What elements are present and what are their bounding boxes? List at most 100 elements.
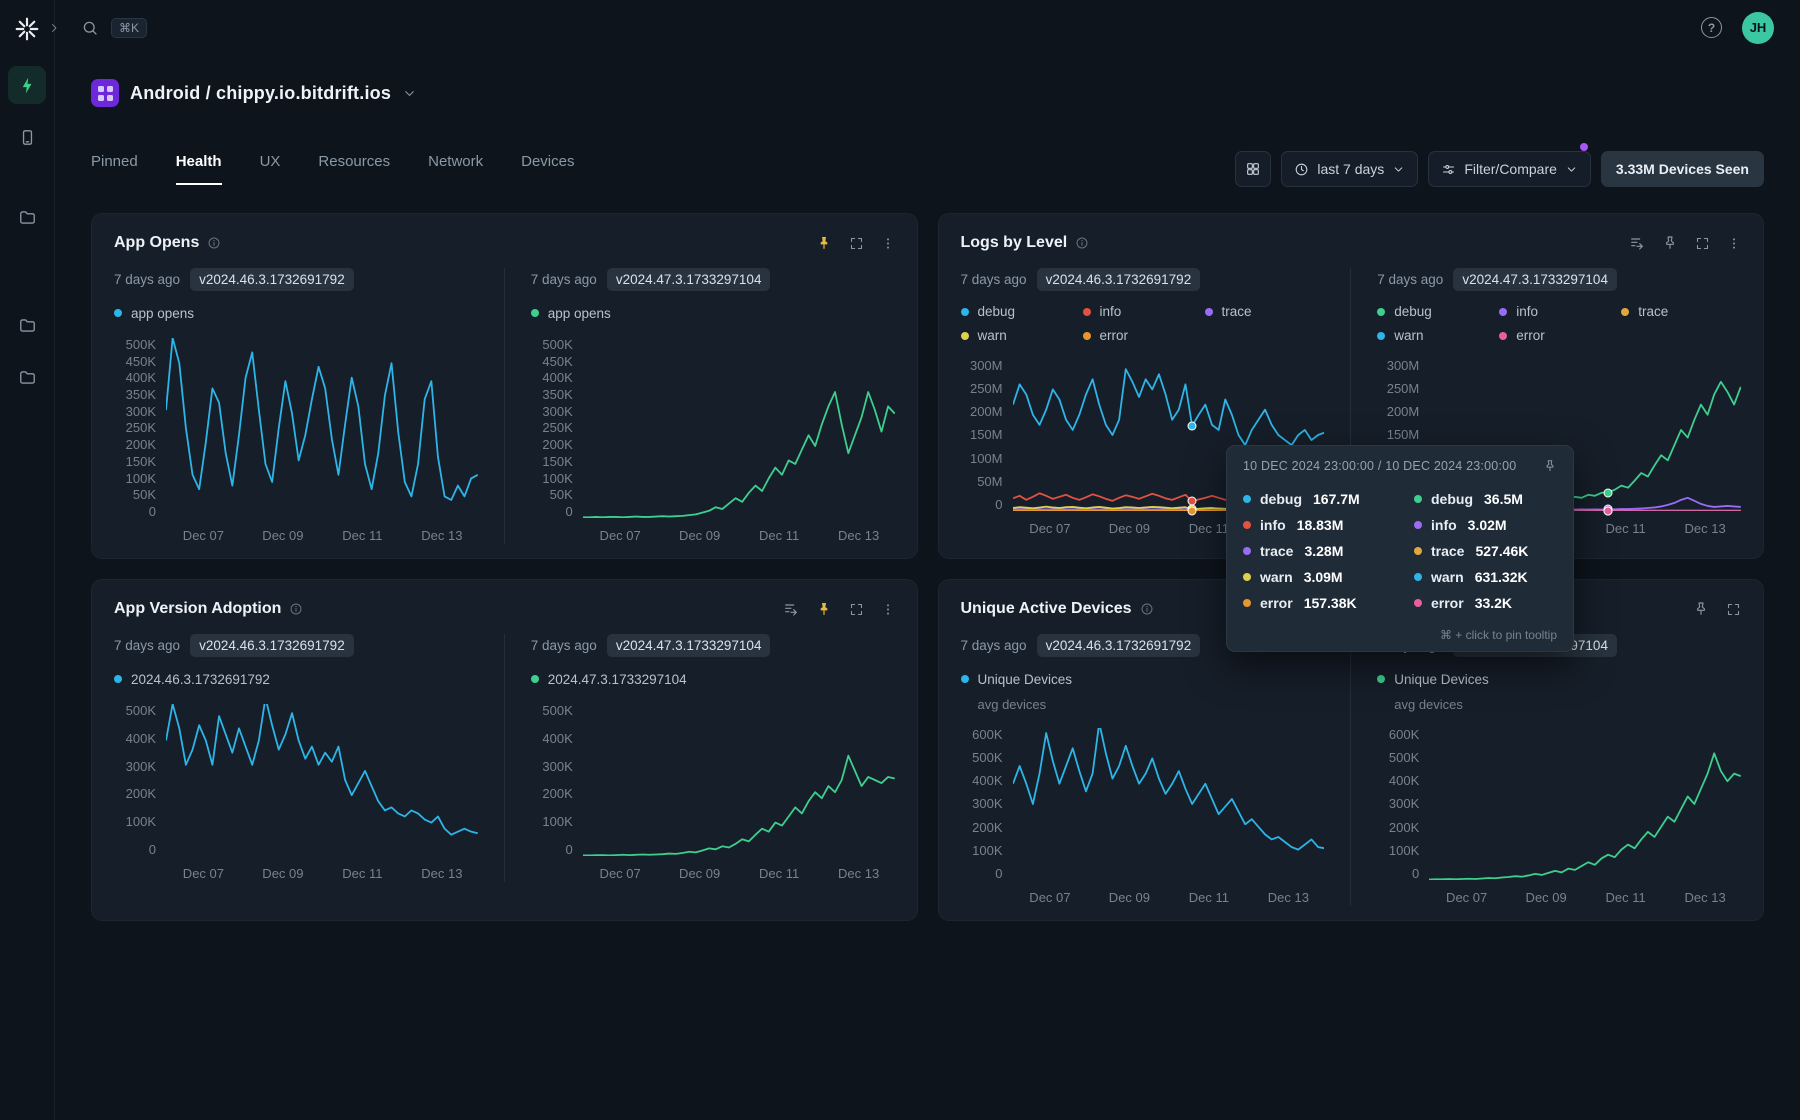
legend-item[interactable]: 2024.47.3.1733297104 bbox=[531, 672, 687, 687]
layout-grid-button[interactable] bbox=[1235, 151, 1271, 187]
time-range-button[interactable]: last 7 days bbox=[1281, 151, 1418, 187]
x-axis: Dec 07Dec 09Dec 11Dec 13 bbox=[166, 856, 478, 882]
expand-icon[interactable] bbox=[849, 236, 864, 251]
tooltip-row: debug167.7M bbox=[1243, 491, 1386, 507]
kebab-menu-icon[interactable] bbox=[881, 236, 895, 251]
app-selector[interactable]: Android / chippy.io.bitdrift.ios bbox=[91, 79, 417, 107]
y-tick-label: 100K bbox=[126, 815, 156, 828]
legend-label: 2024.47.3.1733297104 bbox=[548, 672, 687, 687]
chart-panel: 7 days ago v2024.47.3.1733297104 2024.47… bbox=[504, 634, 895, 882]
legend-label: error bbox=[1516, 328, 1545, 343]
legend-item[interactable]: info bbox=[1083, 304, 1205, 319]
lightning-icon bbox=[18, 76, 37, 95]
sidebar-item-devices[interactable] bbox=[8, 118, 46, 156]
x-tick-label: Dec 07 bbox=[600, 866, 641, 881]
tab-ux[interactable]: UX bbox=[260, 153, 281, 185]
pin-icon[interactable] bbox=[1693, 601, 1709, 617]
tab-network[interactable]: Network bbox=[428, 153, 483, 185]
tab-pinned[interactable]: Pinned bbox=[91, 153, 138, 185]
legend-item[interactable]: Unique Devices bbox=[1377, 672, 1489, 687]
y-tick-label: 400K bbox=[126, 732, 156, 745]
legend-dot bbox=[1083, 332, 1091, 340]
relative-time: 7 days ago bbox=[961, 272, 1027, 287]
compare-icon[interactable] bbox=[1629, 235, 1645, 251]
line-chart[interactable] bbox=[583, 704, 895, 856]
expand-icon[interactable] bbox=[849, 602, 864, 617]
kebab-menu-icon[interactable] bbox=[881, 602, 895, 617]
line-chart[interactable] bbox=[583, 338, 895, 518]
legend-label: trace bbox=[1638, 304, 1668, 319]
legend-item[interactable]: error bbox=[1499, 328, 1621, 343]
legend-item[interactable]: trace bbox=[1621, 304, 1741, 319]
info-icon[interactable] bbox=[1075, 236, 1089, 250]
page-title: Android / chippy.io.bitdrift.ios bbox=[130, 83, 391, 104]
legend-item[interactable]: warn bbox=[961, 328, 1083, 343]
bitdrift-logo-icon[interactable] bbox=[12, 14, 42, 44]
version-badge[interactable]: v2024.46.3.1732691792 bbox=[1037, 634, 1201, 657]
legend-item[interactable]: trace bbox=[1205, 304, 1325, 319]
legend-item[interactable]: warn bbox=[1377, 328, 1499, 343]
version-badge[interactable]: v2024.47.3.1733297104 bbox=[1453, 268, 1617, 291]
x-tick-label: Dec 11 bbox=[759, 528, 799, 543]
x-tick-label: Dec 11 bbox=[342, 528, 382, 543]
folder-icon bbox=[18, 316, 37, 335]
version-badge[interactable]: v2024.47.3.1733297104 bbox=[607, 634, 771, 657]
y-tick-label: 400K bbox=[126, 371, 156, 384]
legend-item[interactable]: debug bbox=[1377, 304, 1499, 319]
filter-compare-label: Filter/Compare bbox=[1464, 161, 1557, 177]
info-icon[interactable] bbox=[1140, 602, 1154, 616]
pin-icon[interactable] bbox=[816, 601, 832, 617]
version-badge[interactable]: v2024.47.3.1733297104 bbox=[607, 268, 771, 291]
smartphone-icon bbox=[18, 128, 37, 147]
level-dot bbox=[1414, 573, 1422, 581]
y-tick-label: 50K bbox=[550, 488, 573, 501]
x-tick-label: Dec 13 bbox=[838, 528, 879, 543]
sidebar-item-folder-2[interactable] bbox=[8, 306, 46, 344]
tab-devices[interactable]: Devices bbox=[521, 153, 574, 185]
y-tick-label: 100K bbox=[542, 815, 572, 828]
sidebar-item-monitoring[interactable] bbox=[8, 66, 46, 104]
line-chart[interactable] bbox=[1013, 728, 1325, 880]
app-grid-icon bbox=[91, 79, 119, 107]
card-app-opens: App Opens 7 days ago v2024.46.3.17326917… bbox=[91, 213, 918, 559]
devices-seen-button[interactable]: 3.33M Devices Seen bbox=[1601, 151, 1764, 187]
relative-time: 7 days ago bbox=[961, 638, 1027, 653]
help-icon[interactable]: ? bbox=[1701, 17, 1722, 38]
legend-item[interactable]: app opens bbox=[114, 306, 194, 321]
pin-icon[interactable] bbox=[1543, 459, 1557, 473]
expand-icon[interactable] bbox=[1695, 236, 1710, 251]
legend-item[interactable]: error bbox=[1083, 328, 1205, 343]
compare-icon[interactable] bbox=[783, 601, 799, 617]
line-chart[interactable] bbox=[166, 338, 478, 518]
version-badge[interactable]: v2024.46.3.1732691792 bbox=[1037, 268, 1201, 291]
legend-item[interactable]: debug bbox=[961, 304, 1083, 319]
pin-icon[interactable] bbox=[1662, 235, 1678, 251]
x-tick-label: Dec 09 bbox=[262, 528, 303, 543]
legend-item[interactable]: info bbox=[1499, 304, 1621, 319]
info-icon[interactable] bbox=[207, 236, 221, 250]
version-badge[interactable]: v2024.46.3.1732691792 bbox=[190, 268, 354, 291]
legend-item[interactable]: Unique Devices bbox=[961, 672, 1073, 687]
y-tick-label: 300K bbox=[126, 760, 156, 773]
filter-compare-button[interactable]: Filter/Compare bbox=[1428, 151, 1591, 187]
info-icon[interactable] bbox=[289, 602, 303, 616]
pin-icon[interactable] bbox=[816, 235, 832, 251]
global-search[interactable]: ⌘K bbox=[81, 18, 147, 38]
tab-resources[interactable]: Resources bbox=[318, 153, 390, 185]
x-tick-label: Dec 07 bbox=[1446, 890, 1487, 905]
expand-icon[interactable] bbox=[1726, 602, 1741, 617]
legend-item[interactable]: 2024.46.3.1732691792 bbox=[114, 672, 270, 687]
sidebar-item-folder-3[interactable] bbox=[8, 358, 46, 396]
relative-time: 7 days ago bbox=[114, 272, 180, 287]
line-chart[interactable] bbox=[1429, 728, 1741, 880]
sidebar-item-folder-1[interactable] bbox=[8, 198, 46, 236]
legend-label: debug bbox=[978, 304, 1016, 319]
level-value: 3.09M bbox=[1304, 569, 1343, 585]
legend-item[interactable]: app opens bbox=[531, 306, 611, 321]
line-chart[interactable] bbox=[166, 704, 478, 856]
collapse-sidebar-icon[interactable] bbox=[46, 20, 62, 36]
tab-health[interactable]: Health bbox=[176, 153, 222, 185]
kebab-menu-icon[interactable] bbox=[1727, 236, 1741, 251]
version-badge[interactable]: v2024.46.3.1732691792 bbox=[190, 634, 354, 657]
avatar[interactable]: JH bbox=[1742, 12, 1774, 44]
